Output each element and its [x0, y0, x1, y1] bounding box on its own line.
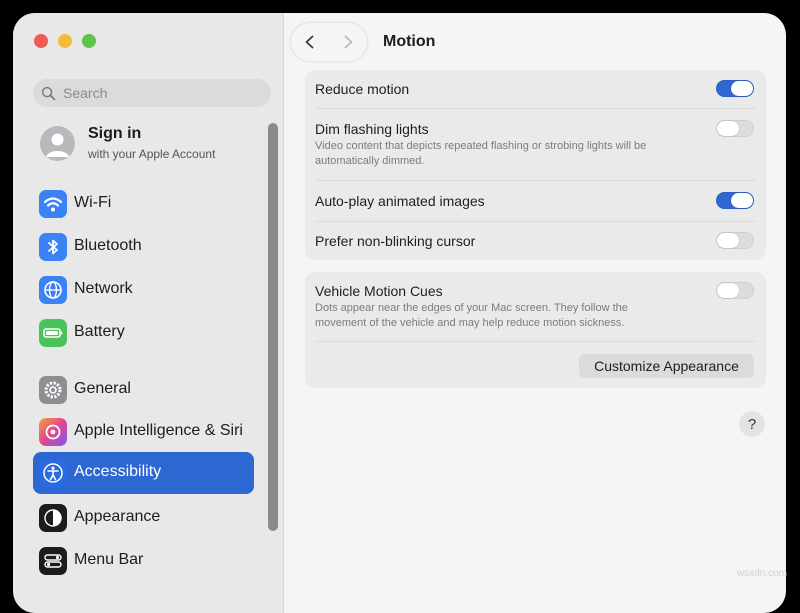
search-input[interactable]	[63, 85, 253, 101]
gear-icon	[39, 376, 67, 404]
sidebar: Sign in with your Apple Account Wi-Fi Bl…	[13, 13, 284, 613]
dim-flashing-description: Video content that depicts repeated flas…	[315, 140, 647, 152]
sign-in-title: Sign in	[88, 125, 142, 142]
sidebar-scrollbar[interactable]	[268, 123, 278, 531]
sidebar-item-bluetooth[interactable]: Bluetooth	[33, 226, 254, 268]
watermark: wsxdn.com	[737, 568, 788, 579]
sidebar-item-wifi[interactable]: Wi-Fi	[33, 183, 254, 225]
sidebar-item-label: General	[74, 380, 131, 397]
autoplay-row: Auto-play animated images	[315, 181, 756, 221]
dim-flashing-toggle[interactable]	[716, 120, 754, 137]
settings-window: Sign in with your Apple Account Wi-Fi Bl…	[13, 13, 786, 613]
back-button[interactable]	[291, 23, 329, 61]
sign-in-subtitle: with your Apple Account	[88, 147, 216, 161]
vehicle-cues-row: Vehicle Motion Cues Dots appear near the…	[315, 272, 756, 341]
forward-button[interactable]	[329, 23, 367, 61]
autoplay-toggle[interactable]	[716, 192, 754, 209]
sidebar-item-accessibility[interactable]: Accessibility	[33, 452, 254, 494]
navigation-buttons	[291, 23, 367, 61]
sidebar-item-label: Appearance	[74, 508, 161, 525]
sidebar-item-appearance[interactable]: Appearance	[33, 497, 254, 539]
accessibility-icon	[39, 459, 67, 487]
vehicle-cues-description: Dots appear near the edges of your Mac s…	[315, 302, 628, 314]
sidebar-item-battery[interactable]: Battery	[33, 312, 254, 354]
page-title: Motion	[383, 33, 436, 50]
non-blinking-row: Prefer non-blinking cursor	[315, 222, 756, 260]
sidebar-item-label: Accessibility	[74, 463, 162, 480]
autoplay-label: Auto-play animated images	[315, 193, 485, 209]
account-sign-in[interactable]: Sign in with your Apple Account	[40, 123, 270, 163]
sidebar-item-general[interactable]: General	[33, 369, 254, 411]
close-window-button[interactable]	[34, 34, 48, 48]
vehicle-cues-description-cont: movement of the vehicle and may help red…	[315, 317, 625, 329]
sidebar-item-label: Apple Intelligence & Siri	[74, 422, 243, 439]
non-blinking-label: Prefer non-blinking cursor	[315, 233, 476, 249]
menu-bar-icon	[39, 547, 67, 575]
chevron-left-icon	[305, 35, 314, 49]
dim-flashing-label: Dim flashing lights	[315, 121, 429, 137]
chevron-right-icon	[344, 35, 353, 49]
globe-icon	[39, 276, 67, 304]
wifi-icon	[39, 190, 67, 218]
person-icon	[40, 126, 75, 161]
search-icon	[41, 86, 56, 100]
siri-icon	[39, 418, 67, 446]
sidebar-item-label: Network	[74, 280, 133, 297]
minimize-window-button[interactable]	[58, 34, 72, 48]
sidebar-item-menubar[interactable]: Menu Bar	[33, 540, 254, 582]
non-blinking-toggle[interactable]	[716, 232, 754, 249]
vehicle-cues-label: Vehicle Motion Cues	[315, 283, 443, 299]
dim-flashing-description-cont: automatically dimmed.	[315, 155, 425, 167]
sidebar-item-siri[interactable]: Apple Intelligence & Siri	[33, 411, 254, 453]
sidebar-item-label: Wi-Fi	[74, 194, 112, 211]
zoom-window-button[interactable]	[82, 34, 96, 48]
sidebar-item-network[interactable]: Network	[33, 269, 254, 311]
help-button[interactable]: ?	[740, 412, 764, 436]
bluetooth-icon	[39, 233, 67, 261]
sidebar-item-label: Bluetooth	[74, 237, 142, 254]
motion-settings-group: Reduce motion Dim flashing lights Video …	[305, 70, 766, 260]
search-field[interactable]	[33, 79, 271, 107]
vehicle-cues-toggle[interactable]	[716, 282, 754, 299]
reduce-motion-toggle[interactable]	[716, 80, 754, 97]
divider	[315, 341, 756, 342]
reduce-motion-label: Reduce motion	[315, 81, 410, 97]
customize-appearance-button[interactable]: Customize Appearance	[579, 354, 754, 378]
reduce-motion-row: Reduce motion	[315, 70, 756, 108]
appearance-icon	[39, 504, 67, 532]
sidebar-item-label: Menu Bar	[74, 551, 144, 568]
sidebar-item-label: Battery	[74, 323, 125, 340]
battery-icon	[39, 319, 67, 347]
dim-flashing-row: Dim flashing lights Video content that d…	[315, 109, 756, 180]
